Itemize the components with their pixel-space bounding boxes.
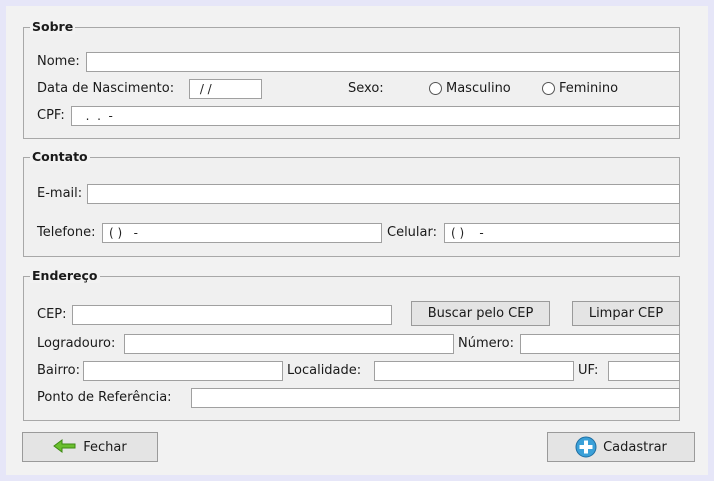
referencia-label: Ponto de Referência: <box>37 390 172 405</box>
logradouro-input[interactable] <box>124 334 454 354</box>
email-label: E-mail: <box>37 186 83 201</box>
localidade-label: Localidade: <box>287 363 362 378</box>
bairro-input[interactable] <box>83 361 283 381</box>
limpar-cep-button[interactable]: Limpar CEP <box>572 301 680 326</box>
contato-legend: Contato <box>30 149 90 164</box>
limpar-cep-label: Limpar CEP <box>588 306 664 321</box>
arrow-left-icon <box>53 439 76 453</box>
feminino-label: Feminino <box>559 81 619 96</box>
endereco-legend: Endereço <box>30 268 100 283</box>
uf-label: UF: <box>578 363 599 378</box>
feminino-radio[interactable]: Feminino <box>542 81 618 96</box>
nome-input[interactable] <box>86 52 680 72</box>
celular-label: Celular: <box>387 225 438 240</box>
telefone-label: Telefone: <box>37 225 96 240</box>
telefone-input[interactable]: ( ) - <box>102 223 382 243</box>
numero-input[interactable] <box>520 334 680 354</box>
cadastrar-button[interactable]: Cadastrar <box>547 432 695 462</box>
plus-circle-icon <box>575 436 597 458</box>
radio-circle-icon <box>542 82 555 95</box>
logradouro-label: Logradouro: <box>37 336 116 351</box>
buscar-cep-button[interactable]: Buscar pelo CEP <box>411 301 550 326</box>
celular-input[interactable]: ( ) - <box>444 223 680 243</box>
nome-label: Nome: <box>37 54 80 69</box>
masculino-label: Masculino <box>446 81 511 96</box>
fechar-label: Fechar <box>83 439 127 455</box>
sexo-label: Sexo: <box>348 81 384 96</box>
numero-label: Número: <box>458 336 515 351</box>
buscar-cep-label: Buscar pelo CEP <box>427 306 534 321</box>
fechar-button[interactable]: Fechar <box>22 432 158 462</box>
uf-input[interactable] <box>608 361 680 381</box>
radio-circle-icon <box>429 82 442 95</box>
cpf-input[interactable]: . . - <box>71 106 680 126</box>
endereco-group: Endereço CEP: Buscar pelo CEP Limpar CEP… <box>23 269 680 421</box>
cep-label: CEP: <box>37 307 67 322</box>
cadastrar-label: Cadastrar <box>603 439 667 455</box>
sobre-group: Sobre Nome: Data de Nascimento: / / Sexo… <box>23 20 680 139</box>
cpf-label: CPF: <box>37 108 65 123</box>
sobre-legend: Sobre <box>30 19 76 34</box>
contato-group: Contato E-mail: Telefone: ( ) - Celular:… <box>23 150 680 257</box>
masculino-radio[interactable]: Masculino <box>429 81 511 96</box>
email-input[interactable] <box>87 184 680 204</box>
nascimento-label: Data de Nascimento: <box>37 81 175 96</box>
referencia-input[interactable] <box>191 388 680 408</box>
nascimento-input[interactable]: / / <box>189 79 262 99</box>
bairro-label: Bairro: <box>37 363 81 378</box>
form-window: Sobre Nome: Data de Nascimento: / / Sexo… <box>6 6 708 475</box>
localidade-input[interactable] <box>374 361 574 381</box>
cep-input[interactable] <box>72 305 392 325</box>
